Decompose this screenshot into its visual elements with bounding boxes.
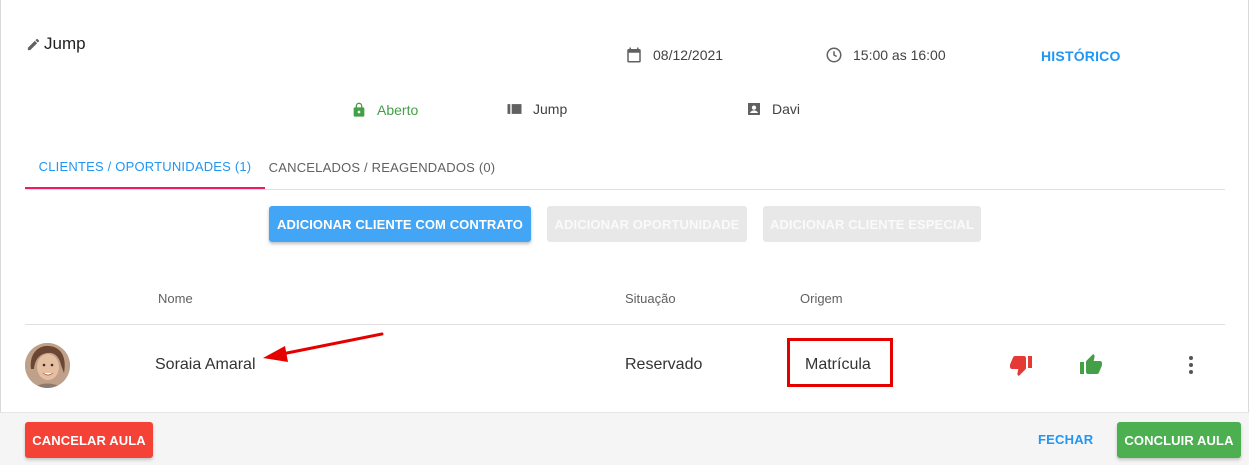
calendar-icon bbox=[625, 46, 643, 64]
add-special-client-button[interactable]: ADICIONAR CLIENTE ESPECIAL bbox=[763, 206, 981, 242]
dialog-left-edge bbox=[0, 0, 1, 465]
history-link[interactable]: HISTÓRICO bbox=[1041, 48, 1121, 64]
class-instructor: Davi bbox=[746, 101, 800, 117]
more-vert-icon[interactable] bbox=[1178, 352, 1204, 378]
tab-clients-opportunities[interactable]: CLIENTES / OPORTUNIDADES (1) bbox=[25, 146, 265, 189]
list-icon bbox=[506, 102, 523, 116]
status-value: Aberto bbox=[377, 102, 419, 118]
pencil-icon[interactable] bbox=[26, 37, 41, 52]
dialog-title: Jump bbox=[26, 34, 86, 54]
close-button[interactable]: FECHAR bbox=[1038, 432, 1093, 447]
clock-icon bbox=[825, 46, 843, 64]
class-time: 15:00 as 16:00 bbox=[825, 46, 946, 64]
class-date: 08/12/2021 bbox=[625, 46, 723, 64]
thumb-down-icon[interactable] bbox=[1008, 352, 1034, 378]
client-name[interactable]: Soraia Amaral bbox=[155, 356, 256, 374]
cancel-class-button[interactable]: CANCELAR AULA bbox=[25, 422, 153, 458]
instructor-value: Davi bbox=[772, 101, 801, 117]
class-status: Aberto bbox=[351, 101, 418, 119]
class-title: Jump bbox=[44, 34, 86, 53]
date-value: 08/12/2021 bbox=[653, 47, 724, 63]
lock-icon bbox=[351, 101, 367, 119]
class-modality: Jump bbox=[506, 101, 567, 117]
thumb-up-icon[interactable] bbox=[1078, 352, 1104, 378]
tab-cancelled-rescheduled[interactable]: CANCELADOS / REAGENDADOS (0) bbox=[265, 146, 499, 189]
tabs-bar: CLIENTES / OPORTUNIDADES (1) CANCELADOS … bbox=[25, 146, 1225, 190]
time-value: 15:00 as 16:00 bbox=[853, 47, 946, 63]
annotation-highlight-box bbox=[787, 338, 893, 387]
avatar bbox=[25, 343, 70, 388]
column-header-name: Nome bbox=[158, 291, 193, 306]
client-situation: Reservado bbox=[625, 356, 703, 373]
table-header-divider bbox=[25, 324, 1225, 325]
dialog-footer: CANCELAR AULA FECHAR CONCLUIR AULA bbox=[0, 412, 1249, 465]
badge-icon bbox=[746, 101, 762, 117]
class-dialog: Jump 08/12/2021 15:00 as 16:00 HISTÓRICO… bbox=[0, 0, 1249, 465]
modality-value: Jump bbox=[533, 101, 568, 117]
column-header-origin: Origem bbox=[800, 291, 843, 306]
conclude-class-button[interactable]: CONCLUIR AULA bbox=[1117, 422, 1241, 458]
column-header-situation: Situação bbox=[625, 291, 676, 306]
add-opportunity-button[interactable]: ADICIONAR OPORTUNIDADE bbox=[547, 206, 747, 242]
add-contract-client-button[interactable]: ADICIONAR CLIENTE COM CONTRATO bbox=[269, 206, 531, 242]
